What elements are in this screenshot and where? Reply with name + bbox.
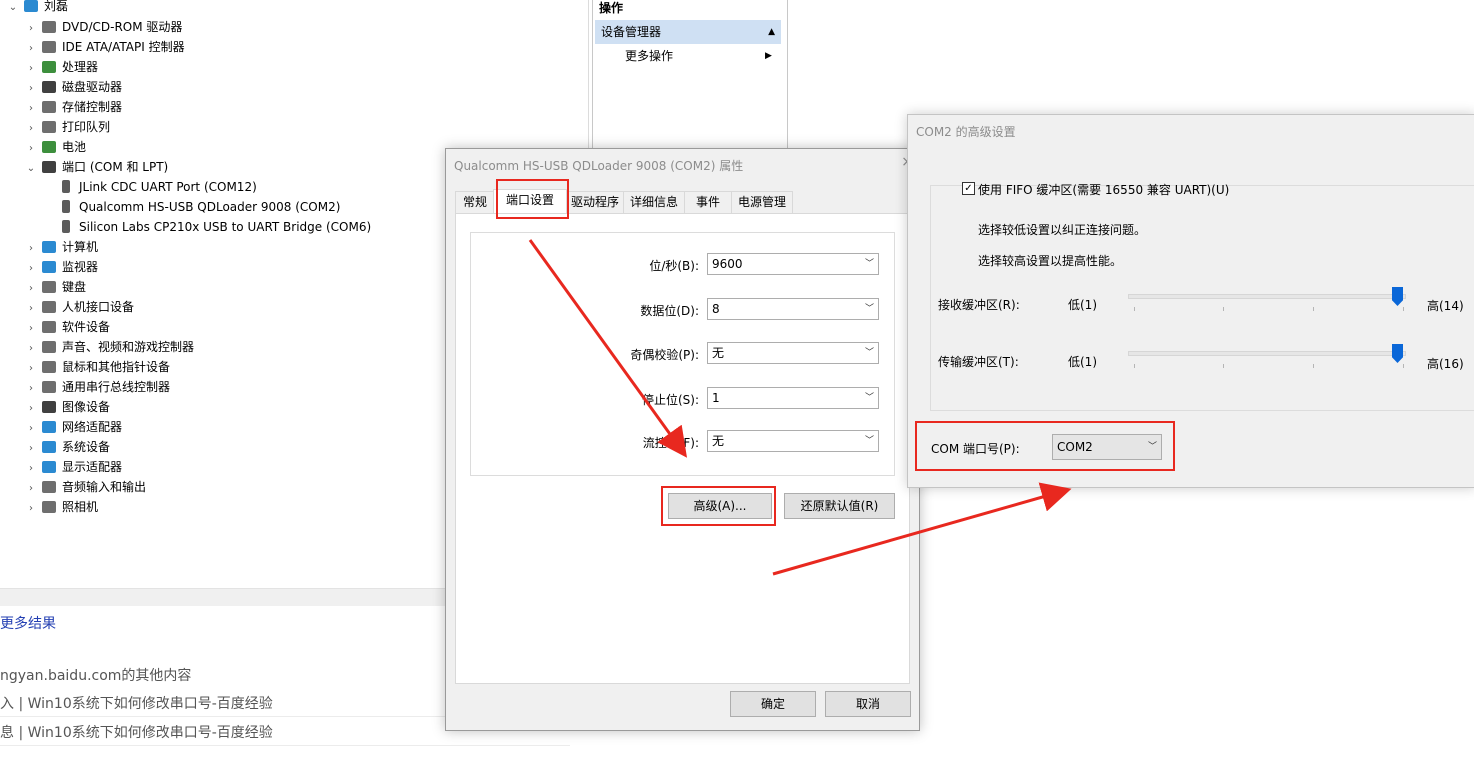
arrow-to-com-port [772, 482, 1072, 576]
arrow-to-advanced [528, 239, 688, 458]
annotation-arrows [528, 239, 1072, 576]
